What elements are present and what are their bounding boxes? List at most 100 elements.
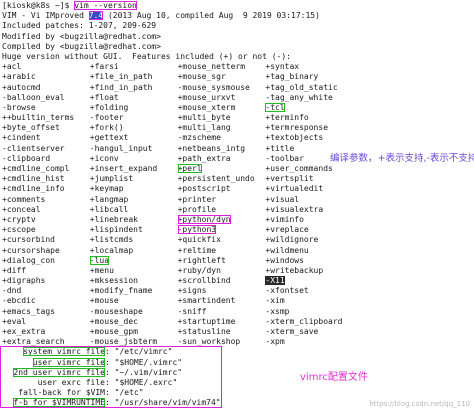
- feature-item: +acl: [2, 62, 22, 72]
- feature-item: +cryptv: [2, 214, 36, 224]
- feature-item: +float: [89, 92, 119, 102]
- feature-item: -xpm: [265, 337, 285, 347]
- feature-item: +byte_offset: [2, 123, 60, 133]
- feature-row: +cmdline_hist +jumplist +persistent_undo…: [2, 174, 472, 184]
- feature-item: -mouse_jsbterm: [89, 337, 158, 347]
- feature-item: +listcmds: [89, 235, 134, 245]
- feature-item: +printer: [177, 194, 217, 204]
- feature-item: +mksession: [89, 276, 138, 286]
- watermark: https://blog.csdn.net/qq_110: [369, 400, 470, 408]
- feature-item: +vertsplit: [265, 174, 314, 184]
- feature-item: +wildmenu: [265, 245, 309, 255]
- feature-row: -ebcdic +mouse +smartindent -xim: [2, 296, 472, 306]
- feature-item: +mouse_urxvt: [177, 92, 236, 102]
- feature-item: +mouse_gpm: [89, 327, 138, 336]
- config-label: system vimrc file: [23, 347, 105, 357]
- feature-row: +ex_extra +mouse_gpm +statusline -xterm_…: [2, 327, 472, 337]
- feature-item: -footer: [89, 113, 124, 123]
- feature-item: +mouse_netterm: [177, 62, 246, 72]
- feature-row: +autocmd +find_in_path -mouse_sysmouse +…: [2, 83, 472, 93]
- feature-row: +digraphs +mksession +scrollbind -X11: [2, 276, 472, 286]
- feature-item: +mouse: [89, 296, 119, 306]
- config-row: 2nd user vimrc file: "~/.vim/vimrc": [2, 367, 472, 378]
- feature-item: +mouse_dec: [89, 316, 138, 326]
- feature-item: +folding: [89, 102, 129, 112]
- feature-item: -clipboard: [2, 153, 51, 163]
- feature-item: +scrollbind: [177, 276, 231, 286]
- feature-row: ++builtin_terms -footer +multi_byte +ter…: [2, 113, 472, 123]
- prompt-line: [kiosk@k8s ~]$ vim --version: [2, 1, 472, 11]
- feature-item: +terminfo: [265, 113, 309, 123]
- feature-item: +cindent: [2, 133, 41, 143]
- feature-item: +extra_search: [2, 337, 65, 347]
- feature-item: +signs: [177, 286, 207, 296]
- config-value: "$HOME/.exrc": [114, 377, 178, 387]
- feature-item: +visualextra: [265, 204, 324, 214]
- feature-item: +user_commands: [265, 164, 333, 173]
- feature-row: +cmdline_compl +insert_expand +perl +use…: [2, 164, 472, 174]
- config-value: "$HOME/.vimrc": [114, 357, 183, 367]
- feature-item: +writebackup: [265, 265, 324, 275]
- feature-item: +viminfo: [265, 214, 304, 224]
- config-value: "~/.vim/vimrc": [114, 367, 183, 377]
- feature-item: +insert_expand: [89, 164, 158, 173]
- feature-item: +diff: [2, 265, 27, 275]
- feature-item: +reltime: [177, 245, 217, 255]
- feature-item: -xfontset: [265, 286, 309, 296]
- feature-item: +autocmd: [2, 82, 41, 92]
- feature-item: -xterm_save: [265, 327, 319, 336]
- feature-item: -sun_workshop: [177, 337, 241, 347]
- feature-item: +wildignore: [265, 235, 319, 245]
- feature-item-x11: -X11: [265, 276, 285, 286]
- feature-row: +acl +farsi +mouse_netterm +syntax: [2, 62, 472, 72]
- feature-item: -sniff: [177, 306, 207, 316]
- feature-item: +keymap: [89, 184, 124, 194]
- feature-item: -browse: [2, 102, 36, 112]
- feature-item-python: +python/dyn: [177, 214, 231, 224]
- feature-item-lua: -lua: [89, 255, 110, 265]
- config-label: f-b for $VIMRUNTIME: [13, 398, 105, 408]
- feature-item: -dnd: [2, 286, 22, 296]
- feature-item: +mouse_xterm: [177, 102, 236, 112]
- feature-item: -xsmp: [265, 306, 290, 316]
- version-line: VIM - Vi IMproved 7.4 (2013 Aug 10, comp…: [2, 11, 472, 21]
- feature-row: +cscope +lispindent -python3 +vreplace: [2, 225, 472, 235]
- feature-row: +arabic +file_in_path +mouse_sgr +tag_bi…: [2, 72, 472, 82]
- feature-item: +rightleft: [177, 255, 226, 265]
- config-label: user vimrc file: [32, 357, 105, 367]
- terminal-window[interactable]: [kiosk@k8s ~]$ vim --version VIM - Vi IM…: [2, 1, 472, 409]
- feature-item-python3: -python3: [177, 225, 217, 235]
- feature-row: -balloon_eval +float +mouse_urxvt -tag_a…: [2, 93, 472, 103]
- feature-item: -ebcdic: [2, 296, 36, 306]
- feature-item: +jumplist: [89, 174, 134, 184]
- feature-item: +cmdline_compl: [2, 164, 70, 173]
- feature-item: +fork(): [89, 123, 124, 133]
- feature-row: +dialog_con -lua +rightleft +windows: [2, 255, 472, 266]
- feature-item: +file_in_path: [89, 72, 153, 82]
- feature-row: +extra_search -mouse_jsbterm -sun_worksh…: [2, 337, 472, 347]
- feature-row: +cryptv +linebreak +python/dyn +viminfo: [2, 214, 472, 225]
- feature-item: +multi_lang: [177, 123, 231, 133]
- feature-item: +syntax: [265, 62, 300, 72]
- feature-item: -mouseshape: [89, 306, 143, 316]
- feature-item: -hangul_input: [89, 143, 153, 153]
- feature-item: -xterm_clipboard: [265, 316, 343, 326]
- feature-item: +startuptime: [177, 316, 236, 326]
- version-prefix: VIM - Vi IMproved: [2, 11, 89, 21]
- feature-item: +cursorbind: [2, 235, 55, 245]
- feature-item: -xim: [265, 296, 285, 306]
- feature-row: -dnd +modify_fname +signs -xfontset: [2, 286, 472, 296]
- feature-item: +statusline: [177, 327, 231, 336]
- command-text: vim --version: [74, 1, 137, 10]
- feature-item: +iconv: [89, 153, 119, 163]
- vimrc-annotation: vimrc配置文件: [300, 372, 368, 383]
- feature-row: +eval +mouse_dec +startuptime -xterm_cli…: [2, 317, 472, 327]
- config-row: fall-back for $VIM: "/etc": [2, 388, 472, 398]
- config-row: system vimrc file: "/etc/vimrc": [2, 347, 472, 357]
- feature-item: +multi_byte: [177, 113, 231, 123]
- feature-item: +tag_binary: [265, 72, 319, 82]
- feature-item: ++builtin_terms: [2, 113, 75, 123]
- feature-row: +comments +langmap +printer +visual: [2, 195, 472, 205]
- config-value: "/usr/share/vim/vim74": [114, 398, 221, 408]
- feature-row: +cindent +gettext -mzscheme +textobjects: [2, 133, 472, 143]
